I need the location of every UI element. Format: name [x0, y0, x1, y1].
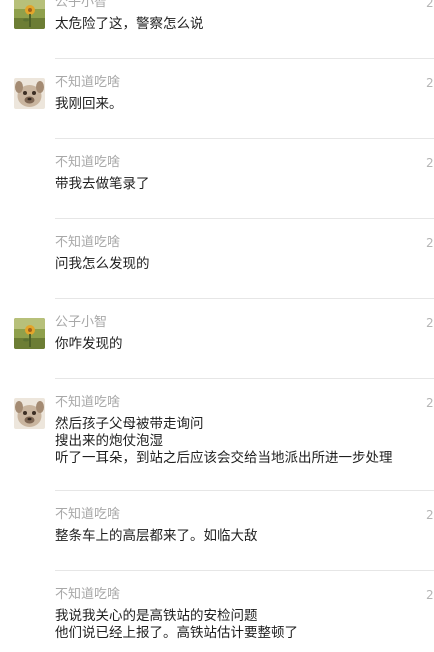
- message-text: 太危险了这，警察怎么说: [55, 16, 204, 33]
- sender-name: 不知道吃啥: [55, 235, 121, 250]
- message-time: 2: [426, 76, 434, 90]
- message-line: 带我去做笔录了: [55, 176, 150, 192]
- sender-name: 公子小智: [55, 0, 108, 10]
- message-divider: [55, 218, 434, 219]
- message-time: 2: [426, 0, 434, 10]
- message-divider: [55, 58, 434, 59]
- message-time: 2: [426, 508, 434, 522]
- message-divider: [55, 138, 434, 139]
- message-time: 2: [426, 236, 434, 250]
- avatar-flower[interactable]: [14, 318, 45, 349]
- sender-name: 不知道吃啥: [55, 587, 121, 602]
- message-divider: [55, 570, 434, 571]
- message-line: 太危险了这，警察怎么说: [55, 16, 204, 32]
- message-line: 我刚回来。: [55, 96, 123, 112]
- message-text: 然后孩子父母被带走询问 搜出来的炮仗泡湿 听了一耳朵，到站之后应该会交给当地派出所进…: [55, 416, 393, 467]
- message-line: 然后孩子父母被带走询问: [55, 416, 204, 432]
- message-line: 你咋发现的: [55, 336, 123, 352]
- message-line: 问我怎么发现的: [55, 256, 150, 272]
- message-time: 2: [426, 588, 434, 602]
- message-line: 整条车上的高层都来了。如临大敌: [55, 528, 258, 544]
- message-text: 问我怎么发现的: [55, 256, 150, 273]
- message-line: 听了一耳朵，到站之后应该会交给当地派出所进一步处理: [55, 450, 393, 466]
- chat-message-list[interactable]: 公子小智 2 太危险了这，警察怎么说 不知道吃啥 2 我刚回来。 不知道吃啥 2 带我去做笔录了…: [0, 0, 434, 652]
- message-time: 2: [426, 156, 434, 170]
- message-divider: [55, 298, 434, 299]
- sender-name: 公子小智: [55, 315, 108, 330]
- message-time: 2: [426, 396, 434, 410]
- message-text: 带我去做笔录了: [55, 176, 150, 193]
- avatar-flower[interactable]: [14, 0, 45, 29]
- message-text: 我说我关心的是高铁站的安检问题 他们说已经上报了。高铁站估计要整顿了: [55, 608, 298, 642]
- message-text: 你咋发现的: [55, 336, 123, 353]
- message-line: 我说我关心的是高铁站的安检问题: [55, 608, 258, 624]
- sender-name: 不知道吃啥: [55, 507, 121, 522]
- message-line: 搜出来的炮仗泡湿: [55, 433, 163, 449]
- message-time: 2: [426, 316, 434, 330]
- avatar-dog[interactable]: [14, 78, 45, 109]
- sender-name: 不知道吃啥: [55, 395, 121, 410]
- message-text: 我刚回来。: [55, 96, 123, 113]
- message-divider: [55, 378, 434, 379]
- sender-name: 不知道吃啥: [55, 75, 121, 90]
- message-line: 他们说已经上报了。高铁站估计要整顿了: [55, 625, 298, 641]
- avatar-dog[interactable]: [14, 398, 45, 429]
- message-text: 整条车上的高层都来了。如临大敌: [55, 528, 258, 545]
- sender-name: 不知道吃啥: [55, 155, 121, 170]
- message-divider: [55, 490, 434, 491]
